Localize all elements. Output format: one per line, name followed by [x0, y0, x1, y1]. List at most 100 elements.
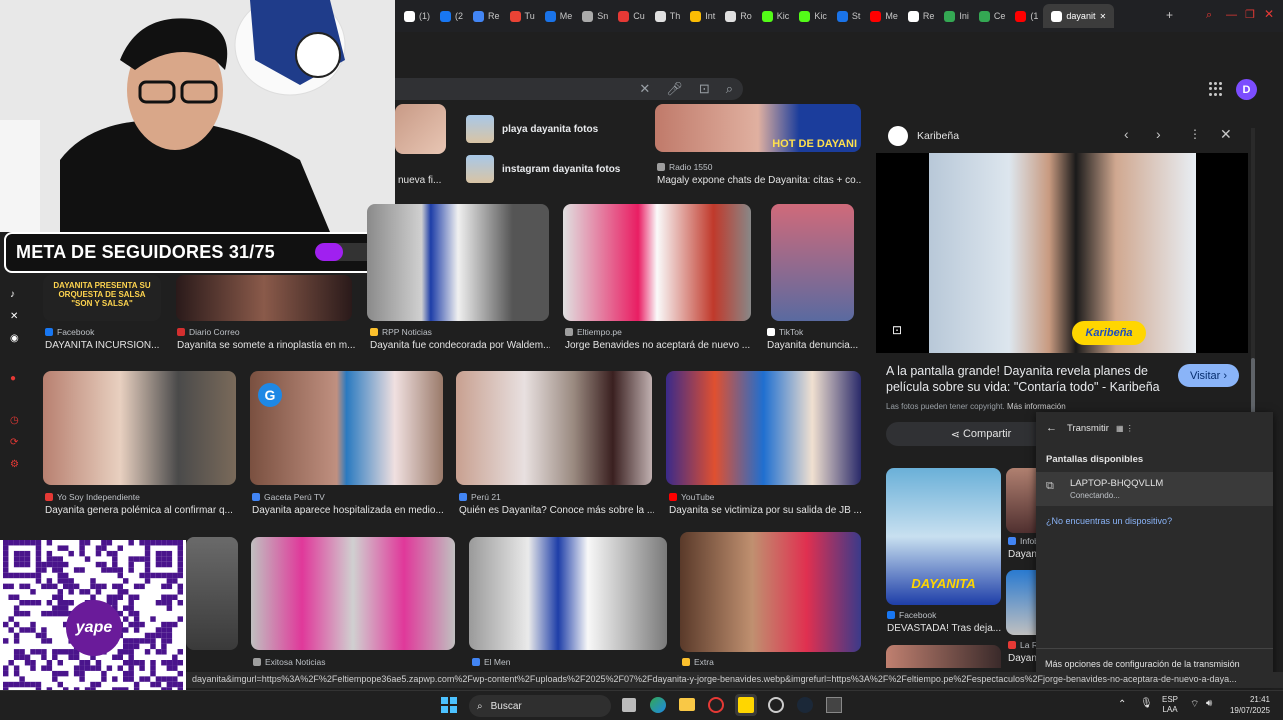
image-result-source[interactable]: El Men	[472, 657, 510, 667]
file-explorer-icon[interactable]	[679, 698, 695, 711]
image-result-title[interactable]: Dayanita fue condecorada por Waldem...	[370, 340, 550, 351]
image-result-source[interactable]: Diario Correo	[177, 327, 240, 337]
browser-tab[interactable]: Re	[468, 4, 505, 28]
image-result-source[interactable]: Radio 1550	[657, 162, 712, 172]
image-result-source[interactable]: Gaceta Perú TV	[252, 492, 325, 502]
lens-icon[interactable]: ⊡	[699, 81, 710, 97]
close-tab-icon[interactable]: ✕	[1099, 12, 1106, 21]
image-result-thumbnail[interactable]	[563, 204, 751, 321]
task-view-icon[interactable]	[622, 698, 636, 712]
lens-search-icon[interactable]: ⊡	[892, 323, 902, 337]
taskbar-active-app[interactable]	[735, 694, 757, 716]
image-result-thumbnail[interactable]	[469, 537, 667, 650]
search-input[interactable]: ✕ 🎤︎ ⊡ ⌕	[395, 78, 743, 100]
related-image-source[interactable]: Facebook	[887, 610, 936, 620]
microphone-tray-icon[interactable]: 🎙︎	[1140, 698, 1153, 709]
image-result-title[interactable]: Jorge Benavides no aceptará de nuevo ...	[565, 340, 755, 351]
browser-tab[interactable]: Me	[540, 4, 578, 28]
browser-tab[interactable]: Kic	[794, 4, 832, 28]
clear-search-icon[interactable]: ✕	[639, 81, 650, 97]
preview-site-name[interactable]: Karibeña	[917, 130, 959, 142]
more-cast-options-link[interactable]: Más opciones de configuración de la tran…	[1045, 659, 1240, 669]
previous-icon[interactable]: ‹	[1124, 126, 1129, 142]
image-result-thumbnail[interactable]	[456, 371, 652, 485]
image-result-title[interactable]: DAYANITA INCURSION...	[45, 340, 170, 351]
browser-tab[interactable]: Ce	[974, 4, 1011, 28]
windows-start-icon[interactable]	[441, 697, 457, 713]
browser-tab[interactable]: (1)	[399, 4, 435, 28]
image-result-title[interactable]: Dayanita denuncia...	[767, 340, 862, 351]
image-result-thumbnail[interactable]	[251, 537, 455, 650]
related-image-title[interactable]: DEVASTADA! Tras deja...	[887, 623, 1007, 634]
image-result-title[interactable]: nueva fi...	[398, 175, 448, 186]
image-result-source[interactable]: Perú 21	[459, 492, 501, 502]
related-image-thumbnail[interactable]	[886, 645, 1001, 668]
search-tabs-icon[interactable]: ⌕	[1206, 9, 1212, 22]
image-result-title[interactable]: Dayanita se victimiza por su salida de J…	[669, 505, 864, 516]
image-result-source[interactable]: Extra	[682, 657, 714, 667]
image-result-thumbnail[interactable]: G	[250, 371, 443, 485]
visit-button[interactable]: Visitar ›	[1178, 364, 1239, 387]
close-preview-icon[interactable]: ✕	[1220, 126, 1232, 143]
related-image-thumbnail[interactable]: DAYANITA	[886, 468, 1001, 605]
related-search-item[interactable]: instagram dayanita fotos	[460, 150, 640, 188]
preview-image-frame[interactable]: Karibeña ⊡	[876, 153, 1248, 353]
related-search-item[interactable]: playa dayanita fotos	[460, 110, 640, 148]
image-result-title[interactable]: Quién es Dayanita? Conoce más sobre la .…	[459, 505, 654, 516]
image-result-thumbnail[interactable]	[771, 204, 854, 321]
search-icon[interactable]: ⌕	[726, 81, 733, 97]
image-result-thumbnail[interactable]: HOT DE DAYANI	[655, 104, 861, 152]
related-image-title[interactable]: Dayan	[1008, 549, 1038, 560]
browser-tab[interactable]: (2	[435, 4, 468, 28]
browser-tab[interactable]: Tu	[505, 4, 540, 28]
image-result-title[interactable]: Dayanita se somete a rinoplastia en m...	[177, 340, 357, 351]
browser-tab[interactable]: Cu	[613, 4, 650, 28]
image-result-source[interactable]: RPP Noticias	[370, 327, 432, 337]
browser-tab[interactable]: (1	[1010, 4, 1043, 28]
image-result-thumbnail[interactable]	[666, 371, 861, 485]
input-language[interactable]: ESP LAA	[1162, 695, 1178, 715]
device-not-found-link[interactable]: ¿No encuentras un dispositivo?	[1046, 516, 1172, 526]
related-image-thumbnail[interactable]	[1006, 468, 1036, 533]
next-icon[interactable]: ›	[1156, 126, 1161, 142]
network-icon[interactable]: ⌔	[1190, 698, 1199, 711]
browser-tab[interactable]: Ro	[720, 4, 757, 28]
terminal-icon[interactable]	[826, 697, 842, 713]
account-avatar[interactable]: D	[1236, 79, 1257, 100]
image-result-thumbnail[interactable]	[367, 204, 549, 321]
browser-tab[interactable]: Int	[685, 4, 720, 28]
browser-tab[interactable]: Me	[865, 4, 903, 28]
image-result-source[interactable]: TikTok	[767, 327, 803, 337]
show-hidden-icons-icon[interactable]: ⌃	[1118, 699, 1126, 710]
back-arrow-icon[interactable]: ←	[1046, 422, 1057, 434]
related-image-thumbnail[interactable]	[1006, 570, 1036, 635]
new-tab-button[interactable]: +	[1166, 8, 1173, 22]
cast-device-item[interactable]: ⧉ LAPTOP-BHQQVLLM Conectando...	[1036, 472, 1273, 506]
image-result-thumbnail[interactable]	[680, 532, 861, 652]
related-image-title[interactable]: Dayan	[1008, 653, 1038, 664]
image-result-title[interactable]: Dayanita genera polémica al confirmar q.…	[45, 505, 240, 516]
browser-tab[interactable]: Kic	[757, 4, 795, 28]
browser-tab[interactable]: dayanit ✕	[1043, 4, 1115, 28]
microphone-icon[interactable]: 🎤︎	[666, 81, 683, 97]
preview-title[interactable]: A la pantalla grande! Dayanita revela pl…	[886, 363, 1171, 395]
browser-tab[interactable]: St	[832, 4, 866, 28]
image-result-thumbnail[interactable]	[395, 104, 446, 154]
more-info-link[interactable]: Más información	[1007, 402, 1066, 411]
image-result-thumbnail[interactable]	[43, 371, 236, 485]
image-result-title[interactable]: Dayanita aparece hospitalizada en medio.…	[252, 505, 447, 516]
taskbar-clock[interactable]: 21:41 19/07/2025	[1226, 694, 1270, 716]
image-result-thumbnail[interactable]	[186, 537, 238, 650]
browser-tab[interactable]: Ini	[939, 4, 974, 28]
cast-source-icon[interactable]: ▦ ⋮	[1116, 424, 1134, 433]
related-image-source[interactable]: La R	[1008, 640, 1038, 650]
edge-browser-icon[interactable]	[650, 697, 666, 713]
browser-tab[interactable]: Th	[650, 4, 686, 28]
image-result-source[interactable]: YouTube	[669, 492, 714, 502]
image-result-source[interactable]: Eltiempo.pe	[565, 327, 622, 337]
browser-tab[interactable]: Re	[903, 4, 940, 28]
maximize-icon[interactable]: ❐	[1245, 8, 1255, 21]
close-window-icon[interactable]: ✕	[1264, 7, 1274, 21]
more-options-icon[interactable]: ⋮	[1189, 127, 1201, 141]
browser-tab[interactable]: Sn	[577, 4, 613, 28]
